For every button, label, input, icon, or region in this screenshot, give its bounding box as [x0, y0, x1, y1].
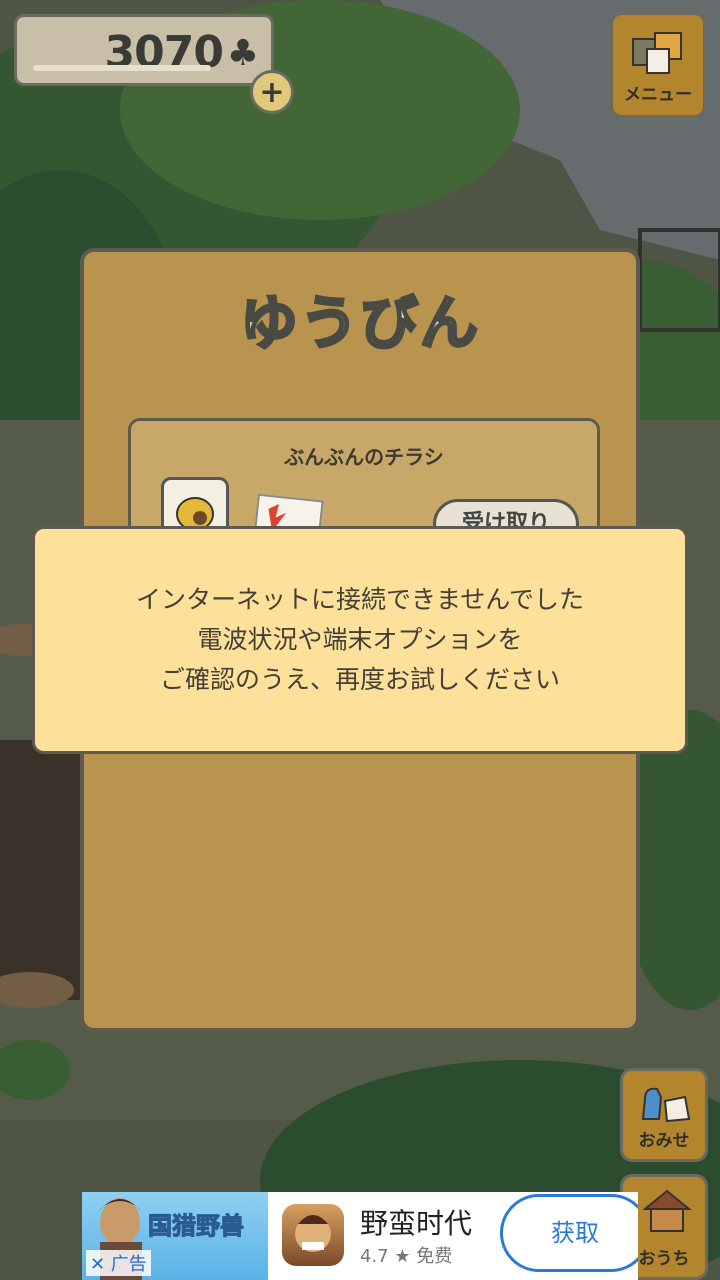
shop-button[interactable]: おみせ: [620, 1068, 708, 1162]
clover-icon: ♣: [226, 33, 259, 74]
ad-close-button[interactable]: ✕ 广告: [86, 1250, 151, 1276]
mail-item-title: ぶんぶんのチラシ: [284, 445, 444, 469]
error-message-line-3: ご確認のうえ、再度お試しください: [159, 665, 560, 694]
clover-counter-bar: [33, 65, 211, 71]
connection-error-dialog[interactable]: インターネットに接続できませんでした 電波状況や端末オプションを ご確認のうえ、…: [32, 526, 688, 754]
menu-button[interactable]: メニュー: [610, 12, 706, 118]
menu-cards-icon: [632, 32, 682, 74]
ad-banner[interactable]: 国猎野兽 ✕ 广告 野蛮时代 4.7 ★ 免费 获取: [82, 1192, 638, 1280]
menu-label: メニュー: [624, 85, 692, 105]
shop-bag-icon: [641, 1087, 691, 1123]
add-clover-button[interactable]: +: [250, 70, 294, 114]
ad-get-button[interactable]: 获取: [500, 1194, 638, 1272]
ad-banner-image[interactable]: 国猎野兽 ✕ 广告: [82, 1192, 268, 1280]
house-icon: [642, 1189, 692, 1232]
ad-banner-game-name: 国猎野兽: [148, 1212, 245, 1241]
error-message-line-1: インターネットに接続できませんでした: [135, 585, 584, 614]
mail-panel-title: ゆうびん: [238, 288, 480, 359]
ad-app-icon: [282, 1204, 344, 1266]
error-message-line-2: 電波状況や端末オプションを: [197, 625, 523, 654]
ad-app-name: 野蛮时代: [360, 1207, 473, 1240]
shop-label: おみせ: [638, 1131, 690, 1151]
clover-counter: 3070 ♣: [14, 14, 274, 86]
ad-app-rating: 4.7 ★ 免费: [360, 1246, 453, 1267]
